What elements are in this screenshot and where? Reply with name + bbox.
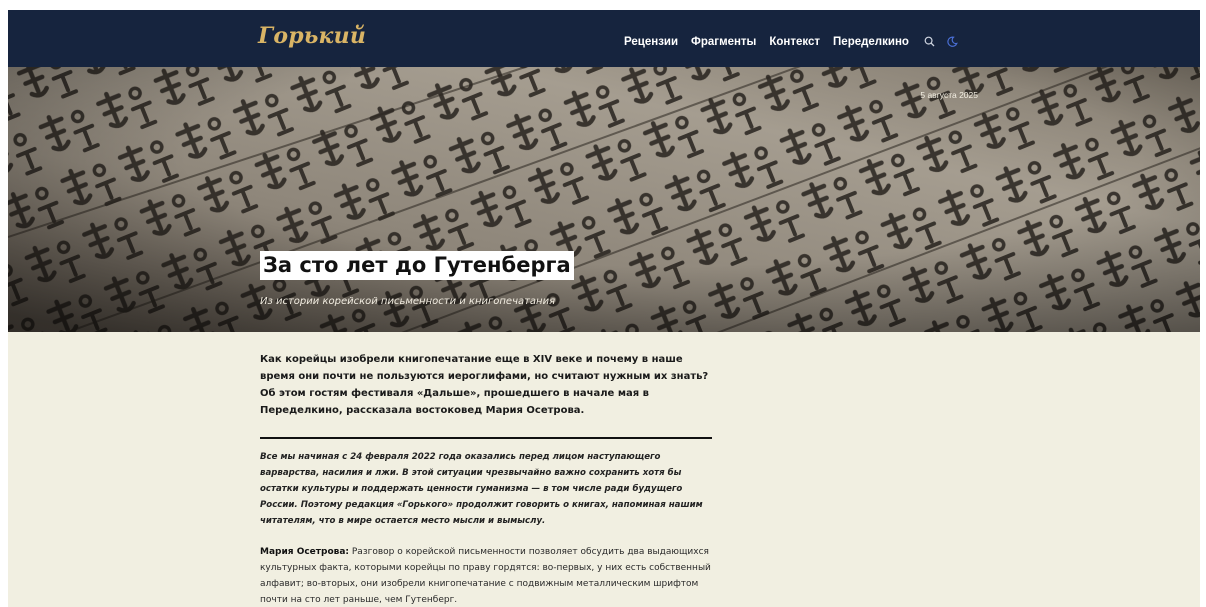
printed-page-photo <box>8 67 1200 332</box>
nav-item-fragments[interactable]: Фрагменты <box>691 36 756 48</box>
nav-item-context[interactable]: Контекст <box>769 36 820 48</box>
main-nav: Рецензии Фрагменты Контекст Переделкино <box>624 32 968 51</box>
section-divider <box>260 437 712 439</box>
editorial-notice: Все мы начиная с 24 февраля 2022 года ок… <box>260 452 703 526</box>
article-lead: Как корейцы изобрели книгопечатание еще … <box>260 354 709 416</box>
moon-icon[interactable] <box>947 32 958 51</box>
page-frame: Горький Рецензии Фрагменты Контекст Пере… <box>8 10 1200 607</box>
article-subtitle: Из истории корейской письменности и книг… <box>260 296 556 307</box>
article-paragraph: Мария Осетрова: Разговор о корейской пис… <box>260 544 712 607</box>
top-navigation-bar: Горький Рецензии Фрагменты Контекст Пере… <box>8 10 1200 67</box>
article-body: Как корейцы изобрели книгопечатание еще … <box>260 351 712 607</box>
publish-date: 5 августа 2025 <box>920 90 978 100</box>
hero-image <box>8 67 1200 332</box>
article-title: За сто лет до Гутенберга <box>260 251 574 280</box>
speaker-name: Мария Осетрова: <box>260 547 349 557</box>
nav-item-reviews[interactable]: Рецензии <box>624 36 678 48</box>
site-logo[interactable]: Горький <box>258 23 366 49</box>
nav-item-peredelkino[interactable]: Переделкино <box>833 36 909 48</box>
search-icon[interactable] <box>924 32 935 51</box>
